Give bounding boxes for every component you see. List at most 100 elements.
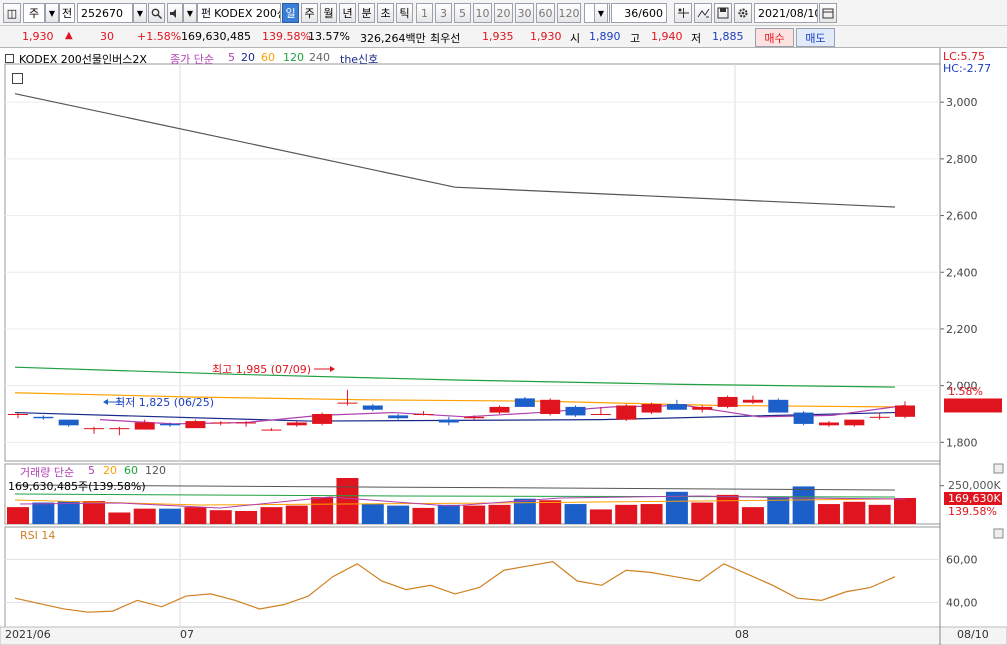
- price-tick-label: 3,000: [946, 96, 978, 109]
- volume-bar: [32, 502, 55, 524]
- low-annotation: 최저 1,825 (06/25): [115, 396, 215, 409]
- price-tick-label: 2,200: [946, 323, 978, 336]
- vol-ma20-legend: 20: [103, 464, 117, 477]
- period-tab-year[interactable]: 년: [339, 3, 356, 23]
- mode-select[interactable]: 주: [23, 3, 45, 23]
- crosshair-icon[interactable]: [674, 3, 692, 23]
- candle-body: [33, 416, 54, 419]
- buy-label: 매수: [764, 31, 785, 45]
- date-input[interactable]: 2021/08/10: [754, 3, 818, 23]
- candle-body: [210, 422, 231, 424]
- price-tick-label: 1,800: [946, 436, 978, 449]
- chart-svg[interactable]: 1,8002,0002,2002,4002,6002,8003,000 40,0…: [0, 48, 1007, 645]
- interval-label: 5: [459, 6, 466, 20]
- draw-tool-icon[interactable]: [694, 3, 712, 23]
- volume-bar: [83, 501, 106, 524]
- prefix-label: 전: [61, 7, 73, 20]
- period-label: 분: [361, 7, 372, 20]
- interval-60[interactable]: 60: [536, 3, 555, 23]
- candle-body: [489, 406, 510, 413]
- candle-body: [590, 413, 611, 415]
- x-label-end: 08/10: [957, 628, 989, 641]
- period-tab-day[interactable]: 일: [282, 3, 299, 23]
- period-tab-month[interactable]: 월: [320, 3, 337, 23]
- candle-body: [793, 412, 814, 424]
- gear-icon[interactable]: [734, 3, 752, 23]
- legend-checkbox[interactable]: [5, 54, 14, 63]
- candle-body: [692, 406, 713, 410]
- high-label: 고: [630, 32, 641, 45]
- volume-bar: [741, 507, 764, 524]
- trade-value: 326,264백만: [360, 32, 426, 45]
- ma240-legend: 240: [309, 51, 330, 64]
- interval-5[interactable]: 5: [454, 3, 471, 23]
- chart-panel[interactable]: 1,800 2,000 2,200 2,400 2,600 2,800 3,000 40,0…: [0, 48, 1007, 645]
- low-price: 1,885: [712, 30, 744, 43]
- prefix-select[interactable]: 전: [59, 3, 75, 23]
- candle-body: [717, 396, 738, 407]
- x-label-jul: 07: [180, 628, 194, 641]
- high-annotation: 최고 1,985 (07/09): [212, 363, 312, 376]
- candle-body: [388, 415, 409, 419]
- volume-bar: [387, 505, 410, 524]
- sell-button[interactable]: 매도: [796, 28, 835, 47]
- volume-bar: [691, 502, 714, 524]
- candle-body: [84, 428, 105, 430]
- count-input[interactable]: 36/600: [611, 3, 667, 23]
- period-label: 초: [380, 7, 391, 20]
- interval-1[interactable]: 1: [416, 3, 433, 23]
- candle-body: [286, 422, 307, 426]
- interval-dropdown-icon[interactable]: ▼: [594, 3, 608, 23]
- interval-10[interactable]: 10: [473, 3, 492, 23]
- open-label: 시: [570, 32, 581, 45]
- period-tab-minute[interactable]: 분: [358, 3, 375, 23]
- ma5-legend: 5: [228, 51, 235, 64]
- table-icon[interactable]: [12, 73, 23, 84]
- interval-3[interactable]: 3: [435, 3, 452, 23]
- price-tick-label: 2,600: [946, 210, 978, 223]
- layout-icon[interactable]: ◫: [3, 3, 21, 23]
- code-dropdown-icon[interactable]: ▼: [133, 3, 147, 23]
- speaker-icon[interactable]: [167, 3, 183, 23]
- interval-label: 120: [558, 6, 580, 20]
- volume-bar: [184, 507, 207, 524]
- period-label: 주: [304, 7, 315, 20]
- buy-button[interactable]: 매수: [755, 28, 794, 47]
- sell-label: 매도: [805, 31, 826, 45]
- candle-body: [58, 419, 79, 426]
- price-tick-label: 2,400: [946, 266, 978, 279]
- period-tab-second[interactable]: 초: [377, 3, 394, 23]
- toolbar: ◫ 주 ▼ 전 252670 ▼ ▼ 펀 KODEX 200선 일 주 월 년 분…: [0, 0, 1007, 26]
- volume-bar: [311, 497, 334, 524]
- interval-label: 3: [440, 6, 447, 20]
- candle-body: [641, 404, 662, 413]
- interval-20[interactable]: 20: [494, 3, 513, 23]
- search-icon[interactable]: [148, 3, 165, 23]
- interval-30[interactable]: 30: [515, 3, 534, 23]
- candle-body: [8, 413, 28, 415]
- current-price: 1,930: [22, 30, 54, 43]
- candle-body: [514, 398, 535, 407]
- calendar-icon[interactable]: [819, 3, 837, 23]
- rsi-tick-label: 40,00: [946, 597, 978, 610]
- candle-body: [236, 422, 257, 424]
- period-tab-week[interactable]: 주: [301, 3, 318, 23]
- code-input[interactable]: 252670: [77, 3, 133, 23]
- volume-bar: [615, 504, 638, 524]
- price-tick-label: 2,800: [946, 153, 978, 166]
- candle-body: [362, 405, 383, 410]
- hc-value: HC:-2.77: [943, 62, 992, 75]
- candle-body: [413, 413, 434, 415]
- speaker-dropdown-icon[interactable]: ▼: [183, 3, 197, 23]
- volume-bar: [589, 509, 612, 524]
- best-ask-price: 1,935: [482, 30, 514, 43]
- volume-value-label: 169,630,485주(139.58%): [8, 480, 146, 493]
- interval-120[interactable]: 120: [557, 3, 581, 23]
- save-icon[interactable]: [714, 3, 732, 23]
- count-value: 36/600: [624, 6, 663, 20]
- name-field[interactable]: 펀 KODEX 200선: [197, 3, 281, 23]
- candle-body: [869, 416, 890, 418]
- period-tab-tick[interactable]: 틱: [396, 3, 413, 23]
- signal-legend: the신호: [340, 53, 379, 66]
- mode-dropdown-icon[interactable]: ▼: [45, 3, 59, 23]
